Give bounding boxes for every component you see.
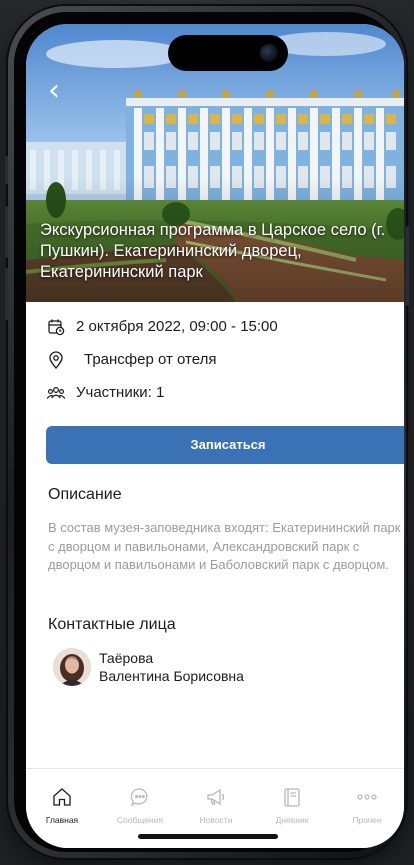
home-icon	[27, 785, 97, 809]
datetime-text: 2 октября 2022, 09:00 - 15:00	[76, 318, 278, 335]
event-participants: Участники: 1	[44, 376, 394, 409]
event-title: Экскурсионная программа в Царское село (…	[40, 221, 386, 281]
tab-home-label: Главная	[45, 815, 79, 825]
phone-frame: ‹ Экскурсионная программа в Царское село…	[5, 6, 409, 858]
description-title: Описание	[48, 486, 122, 503]
calendar-clock-icon	[44, 315, 68, 339]
more-dots-icon	[332, 785, 402, 809]
tab-messages-label: Сообщения	[116, 815, 164, 825]
tab-more-label: Прочее	[352, 815, 382, 825]
chat-bubble-icon	[105, 785, 175, 809]
home-indicator	[138, 834, 278, 839]
tab-home[interactable]: Главная	[27, 785, 97, 825]
signup-button[interactable]: Записаться	[46, 426, 404, 464]
app-screen: ‹ Экскурсионная программа в Царское село…	[26, 24, 404, 848]
tab-news[interactable]: Новости	[181, 785, 251, 825]
notebook-icon	[257, 785, 327, 809]
contact-given-names: Валентина Борисовна	[99, 668, 244, 684]
event-transfer: Трансфер от отеля	[44, 343, 394, 376]
contact-person[interactable]: Таёрова Валентина Борисовна	[53, 648, 244, 686]
contact-surname: Таёрова	[99, 650, 154, 666]
tab-news-label: Новости	[199, 815, 233, 825]
contacts-title: Контактные лица	[48, 616, 176, 633]
tab-diary[interactable]: Дневник	[257, 785, 327, 825]
back-button[interactable]: ‹	[48, 76, 78, 106]
participants-text: Участники: 1	[76, 384, 165, 401]
tab-messages[interactable]: Сообщения	[105, 785, 175, 825]
transfer-text: Трансфер от отеля	[84, 351, 217, 368]
camera-icon	[260, 44, 278, 62]
event-info: 2 октября 2022, 09:00 - 15:00 Трансфер о…	[44, 310, 394, 409]
location-pin-icon	[44, 348, 68, 372]
tab-diary-label: Дневник	[275, 815, 309, 825]
description-text: В состав музея-заповедника входят: Екате…	[48, 520, 401, 572]
megaphone-icon	[181, 785, 251, 809]
avatar	[53, 648, 91, 686]
dynamic-island	[168, 35, 288, 71]
event-datetime: 2 октября 2022, 09:00 - 15:00	[44, 310, 394, 343]
chevron-left-icon: ‹	[48, 73, 60, 108]
tab-more[interactable]: Прочее	[332, 785, 402, 825]
people-group-icon	[44, 381, 68, 405]
